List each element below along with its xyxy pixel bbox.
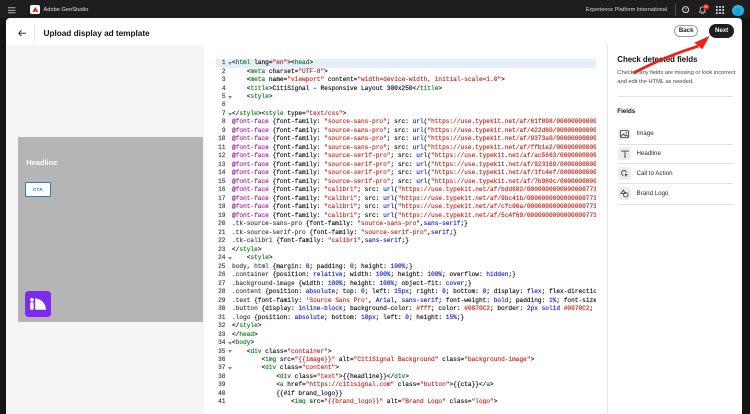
svg-text:?: ? <box>685 7 688 12</box>
